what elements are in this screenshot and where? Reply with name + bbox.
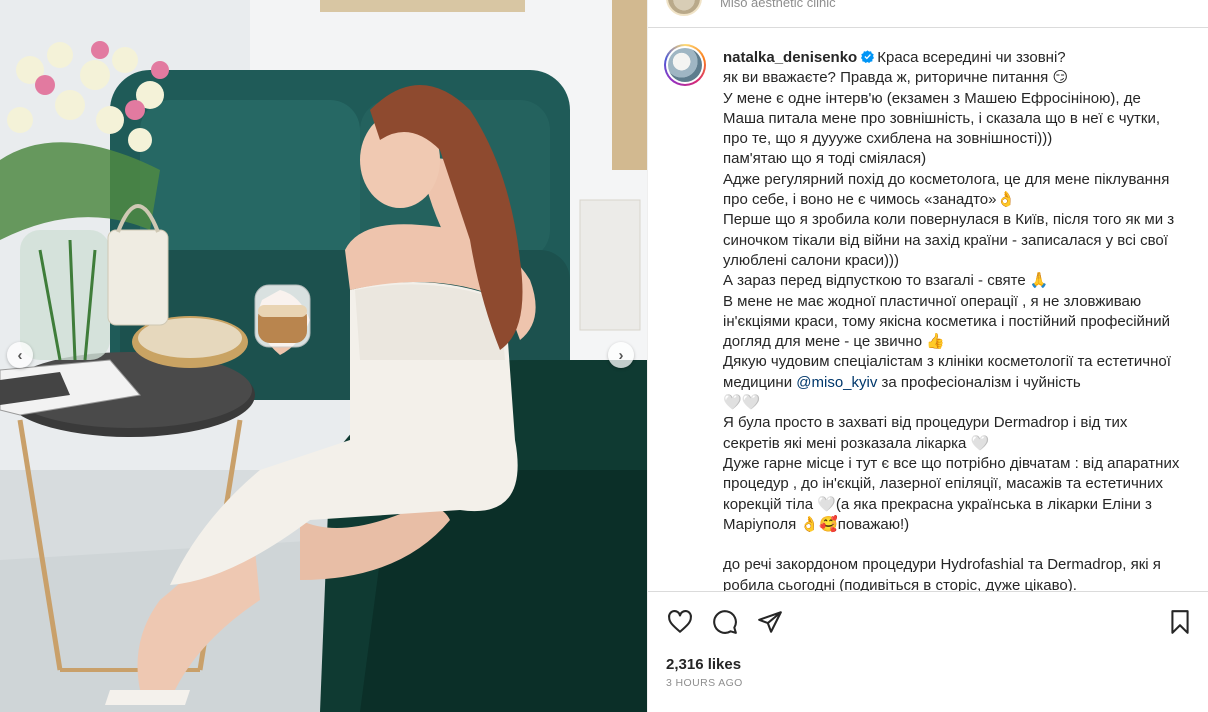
actions-divider — [648, 591, 1208, 592]
post-timestamp[interactable]: 3 HOURS AGO — [666, 677, 743, 689]
caption-line: Я була просто в захваті від процедури De… — [723, 414, 1132, 452]
post-side-panel: Miso aesthetic clinic natalka_denisenko К… — [647, 0, 1208, 712]
author-avatar[interactable] — [664, 44, 706, 86]
carousel-next-button[interactable]: › — [608, 342, 634, 368]
caption-line: пам'ятаю що я тоді сміялася) — [723, 150, 927, 168]
author-username[interactable]: natalka_denisenko — [723, 49, 857, 66]
heart-icon — [668, 610, 692, 633]
caption-line: до речі закордоном процедури Hydrofashia… — [723, 556, 1166, 591]
clinic-label: Miso aesthetic clinic — [720, 0, 836, 10]
caption-block: natalka_denisenko Краса всередині чи ззов… — [648, 28, 1208, 591]
mention-link[interactable]: @miso_kyiv — [796, 374, 877, 391]
caption-line: Краса всередині чи ззовні? — [877, 49, 1066, 66]
photo-illustration — [0, 0, 647, 712]
paper-plane-icon — [758, 611, 782, 633]
carousel-prev-button[interactable]: ‹ — [7, 342, 33, 368]
like-button[interactable] — [666, 608, 694, 636]
caption-line: 🤍🤍 — [723, 394, 761, 412]
bookmark-icon — [1171, 610, 1189, 634]
comment-button[interactable] — [711, 608, 739, 636]
previous-comment-strip: Miso aesthetic clinic — [648, 0, 1208, 28]
share-button[interactable] — [756, 608, 784, 636]
post-actions-bar — [648, 604, 1208, 640]
caption-line: В мене не має жодної пластичної операції… — [723, 292, 1175, 351]
caption-line: як ви вважаєте? Правда ж, риторичне пита… — [723, 69, 1069, 87]
post-photo[interactable]: ‹ › — [0, 0, 647, 712]
verified-badge-icon — [861, 50, 875, 63]
likes-count[interactable]: 2,316 likes — [666, 656, 741, 673]
clinic-avatar[interactable] — [666, 0, 702, 16]
caption-line: А зараз перед відпусткою то взагалі - св… — [723, 272, 1049, 290]
caption-line: за професіоналізм і чуйність — [877, 373, 1081, 391]
caption-line: Дуже гарне місце і тут є все що потрібно… — [723, 454, 1184, 533]
caption-line: Адже регулярний похід до косметолога, це… — [723, 170, 1174, 209]
caption-line: Перше що я зробила коли повернулася в Ки… — [723, 211, 1179, 269]
comment-icon — [713, 610, 737, 634]
caption-text: natalka_denisenko Краса всередині чи ззов… — [723, 48, 1183, 591]
caption-line: У мене є одне інтерв'ю (екзамен з Машею … — [723, 89, 1165, 148]
save-button[interactable] — [1166, 608, 1194, 636]
